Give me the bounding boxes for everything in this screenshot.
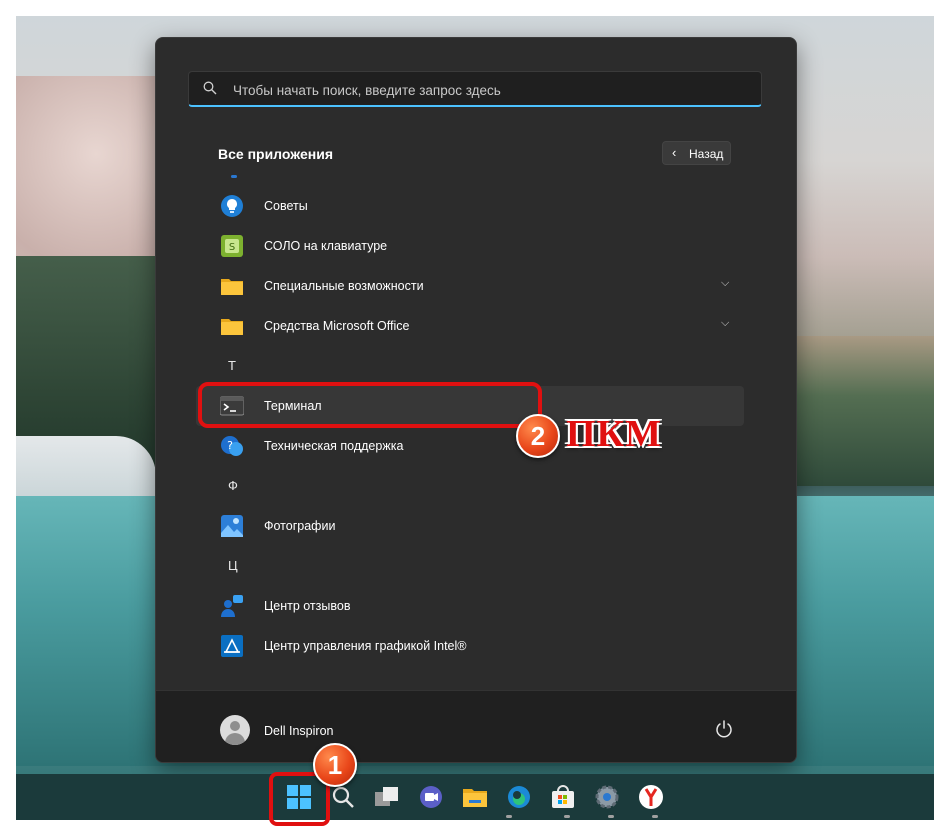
running-indicator — [506, 815, 512, 818]
chat-icon[interactable] — [416, 782, 446, 812]
yandex-browser-icon[interactable] — [636, 782, 666, 812]
app-label: Средства Microsoft Office — [264, 319, 410, 333]
back-button[interactable]: ‹ Назад — [662, 141, 731, 165]
app-label: СОЛО на клавиатуре — [264, 239, 388, 253]
start-footer: Dell Inspiron — [156, 690, 796, 762]
task-view-icon[interactable] — [372, 782, 402, 812]
app-item-intel-graphics[interactable]: Центр управления графикой Intel® — [196, 626, 756, 666]
running-indicator — [564, 815, 570, 818]
intel-graphics-icon — [221, 635, 243, 657]
user-avatar[interactable] — [220, 715, 250, 745]
chevron-down-icon[interactable]: ⌵ — [721, 277, 729, 290]
chevron-left-icon: ‹ — [672, 145, 677, 160]
svg-text:?: ? — [227, 439, 233, 452]
all-apps-title: Все приложения — [218, 146, 334, 162]
settings-icon[interactable] — [592, 782, 622, 812]
annotation-highlight-terminal — [198, 382, 542, 428]
app-label: Специальные возможности — [264, 279, 424, 293]
photos-icon — [221, 515, 243, 537]
chevron-down-icon[interactable]: ⌵ — [721, 317, 729, 330]
letter-header-ts[interactable]: Ц — [196, 546, 756, 586]
running-indicator — [608, 815, 614, 818]
power-icon[interactable] — [714, 719, 734, 739]
folder-icon — [221, 319, 243, 335]
letter-header-t[interactable]: Т — [196, 346, 756, 386]
feedback-hub-icon — [221, 595, 243, 617]
letter-header-f[interactable]: Ф — [196, 466, 756, 506]
letter-label: Ц — [228, 558, 238, 573]
app-item-office-tools-folder[interactable]: Средства Microsoft Office ⌵ — [196, 306, 756, 346]
taskbar — [16, 774, 934, 820]
search-box[interactable] — [188, 71, 762, 108]
letter-label: Т — [228, 358, 236, 373]
app-label: Фотографии — [264, 519, 336, 533]
step-badge-2: 2 — [516, 414, 560, 458]
avatar-body — [225, 733, 245, 745]
search-input[interactable] — [231, 72, 755, 108]
app-item-support[interactable]: ? Техническая поддержка — [196, 426, 756, 466]
annotation-label-rmb: ПКМ — [566, 413, 662, 455]
back-button-label: Назад — [689, 147, 724, 161]
app-item-accessibility-folder[interactable]: Специальные возможности ⌵ — [196, 266, 756, 306]
solo-keyboard-icon: S — [221, 235, 243, 257]
tips-bulb-icon — [221, 195, 243, 217]
app-label: Техническая поддержка — [264, 439, 404, 453]
svg-text:S: S — [229, 242, 235, 253]
app-label: Центр отзывов — [264, 599, 351, 613]
scroll-hint — [231, 175, 237, 178]
app-item-feedback-hub[interactable]: Центр отзывов — [196, 586, 756, 626]
app-label: Советы — [264, 199, 308, 213]
wallpaper-trees-right — [784, 336, 934, 486]
running-indicator — [652, 815, 658, 818]
app-item-photos[interactable]: Фотографии — [196, 506, 756, 546]
search-icon — [203, 81, 217, 95]
letter-label: Ф — [228, 478, 238, 493]
user-name[interactable]: Dell Inspiron — [264, 724, 333, 738]
store-icon[interactable] — [548, 782, 578, 812]
app-item-solo[interactable]: S СОЛО на клавиатуре — [196, 226, 756, 266]
step-badge-1: 1 — [313, 743, 357, 787]
edge-icon[interactable] — [504, 782, 534, 812]
app-item-tips[interactable]: Советы — [196, 186, 756, 226]
app-label: Центр управления графикой Intel® — [264, 639, 467, 653]
support-icon: ? — [221, 436, 243, 456]
folder-icon — [221, 279, 243, 295]
file-explorer-icon[interactable] — [460, 782, 490, 812]
avatar-head — [230, 721, 240, 731]
